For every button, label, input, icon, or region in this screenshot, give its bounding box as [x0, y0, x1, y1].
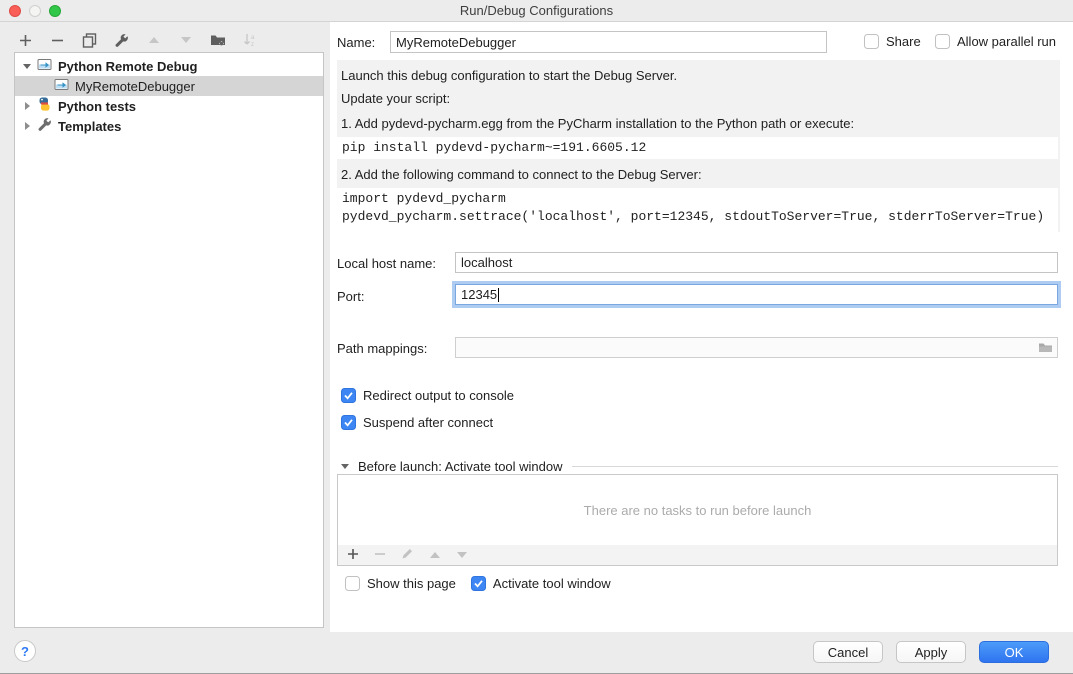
question-mark-icon: ?	[21, 644, 29, 659]
suspend-after-connect-checkbox[interactable]	[341, 415, 356, 430]
port-input[interactable]: 12345	[455, 284, 1058, 305]
configurations-tree: Python Remote Debug MyRemoteDebugger Pyt…	[14, 52, 324, 628]
before-launch-section-header[interactable]: Before launch: Activate tool window	[341, 458, 1058, 474]
path-mappings-label: Path mappings:	[337, 341, 427, 356]
description-panel: Launch this debug configuration to start…	[337, 60, 1060, 232]
new-folder-icon[interactable]	[210, 33, 225, 48]
move-down-icon[interactable]	[456, 548, 468, 563]
chevron-down-icon[interactable]	[341, 459, 351, 474]
tree-item-python-tests[interactable]: Python tests	[15, 96, 323, 116]
window-title: Run/Debug Configurations	[0, 3, 1073, 18]
copy-icon[interactable]	[82, 33, 97, 48]
redirect-output-label: Redirect output to console	[363, 388, 514, 403]
add-icon[interactable]	[18, 33, 33, 48]
empty-task-list-message: There are no tasks to run before launch	[584, 503, 812, 518]
remote-debug-config-icon	[37, 58, 52, 74]
port-value: 12345	[461, 287, 497, 302]
show-this-page-checkbox[interactable]	[345, 576, 360, 591]
description-line: Launch this debug configuration to start…	[341, 60, 1060, 84]
cancel-button[interactable]: Cancel	[813, 641, 883, 663]
configurations-sidebar: az Python Remote Debug MyRemoteDebugger	[0, 22, 330, 674]
share-checkbox-group[interactable]: Share	[864, 34, 921, 49]
remote-debug-config-icon	[54, 78, 69, 94]
edit-pencil-icon[interactable]	[401, 547, 414, 563]
share-label: Share	[886, 34, 921, 49]
tree-item-label: Python Remote Debug	[56, 59, 197, 74]
configuration-editor: Name: Share Allow parallel run Launch th…	[337, 22, 1060, 632]
local-host-name-input[interactable]	[455, 252, 1058, 273]
chevron-down-icon[interactable]	[21, 61, 33, 71]
chevron-right-icon[interactable]	[21, 101, 33, 111]
tree-item-label: Python tests	[56, 99, 136, 114]
allow-parallel-run-checkbox[interactable]	[935, 34, 950, 49]
remove-icon[interactable]	[50, 33, 65, 48]
name-input[interactable]	[390, 31, 827, 53]
run-debug-configurations-dialog: Run/Debug Configurations az	[0, 0, 1073, 674]
tree-item-label: MyRemoteDebugger	[73, 79, 195, 94]
text-caret	[498, 288, 499, 302]
show-this-page-checkbox-group[interactable]: Show this page	[345, 576, 456, 591]
edit-defaults-wrench-icon[interactable]	[114, 33, 129, 48]
dialog-footer: ? Cancel Apply OK	[0, 632, 1073, 674]
ok-button[interactable]: OK	[979, 641, 1049, 663]
description-line: Update your script:	[341, 90, 1060, 107]
share-checkbox[interactable]	[864, 34, 879, 49]
redirect-output-checkbox-group[interactable]: Redirect output to console	[341, 388, 514, 403]
add-icon[interactable]	[347, 548, 359, 563]
tree-item-myremotedebugger-selected[interactable]: MyRemoteDebugger	[15, 76, 323, 96]
pip-install-code-snippet: pip install pydevd-pycharm~=191.6605.12	[337, 137, 1058, 159]
before-launch-toolbar	[337, 545, 1058, 566]
activate-tool-window-checkbox[interactable]	[471, 576, 486, 591]
suspend-after-connect-checkbox-group[interactable]: Suspend after connect	[341, 415, 493, 430]
chevron-right-icon[interactable]	[21, 121, 33, 131]
browse-folder-icon[interactable]	[1038, 341, 1053, 357]
svg-text:a: a	[251, 35, 255, 41]
move-down-icon[interactable]	[178, 33, 193, 48]
local-host-name-label: Local host name:	[337, 256, 436, 271]
tree-item-label: Templates	[56, 119, 121, 134]
settrace-code-snippet: import pydevd_pycharm pydevd_pycharm.set…	[337, 188, 1058, 242]
tree-item-python-remote-debug[interactable]: Python Remote Debug	[15, 56, 323, 76]
section-divider	[572, 466, 1058, 467]
help-button[interactable]: ?	[14, 640, 36, 662]
allow-parallel-run-label: Allow parallel run	[957, 34, 1056, 49]
move-up-icon[interactable]	[146, 33, 161, 48]
description-step2: 2. Add the following command to connect …	[341, 166, 1060, 183]
activate-tool-window-label: Activate tool window	[493, 576, 611, 591]
sort-alpha-icon[interactable]: az	[242, 33, 257, 48]
name-label: Name:	[337, 35, 375, 50]
wrench-icon	[37, 117, 52, 135]
apply-button[interactable]: Apply	[896, 641, 966, 663]
allow-parallel-run-checkbox-group[interactable]: Allow parallel run	[935, 34, 1056, 49]
titlebar: Run/Debug Configurations	[0, 0, 1073, 22]
activate-tool-window-checkbox-group[interactable]: Activate tool window	[471, 576, 611, 591]
before-launch-title: Before launch: Activate tool window	[358, 459, 563, 474]
remove-icon[interactable]	[374, 548, 386, 563]
path-mappings-input[interactable]	[455, 337, 1058, 358]
move-up-icon[interactable]	[429, 548, 441, 563]
suspend-after-connect-label: Suspend after connect	[363, 415, 493, 430]
redirect-output-checkbox[interactable]	[341, 388, 356, 403]
svg-text:z: z	[251, 42, 254, 47]
port-label: Port:	[337, 289, 364, 304]
description-step1: 1. Add pydevd-pycharm.egg from the PyCha…	[341, 115, 1060, 132]
tree-item-templates[interactable]: Templates	[15, 116, 323, 136]
show-this-page-label: Show this page	[367, 576, 456, 591]
sidebar-toolbar: az	[18, 31, 257, 49]
python-icon	[37, 97, 52, 115]
before-launch-task-list[interactable]: There are no tasks to run before launch	[337, 474, 1058, 546]
